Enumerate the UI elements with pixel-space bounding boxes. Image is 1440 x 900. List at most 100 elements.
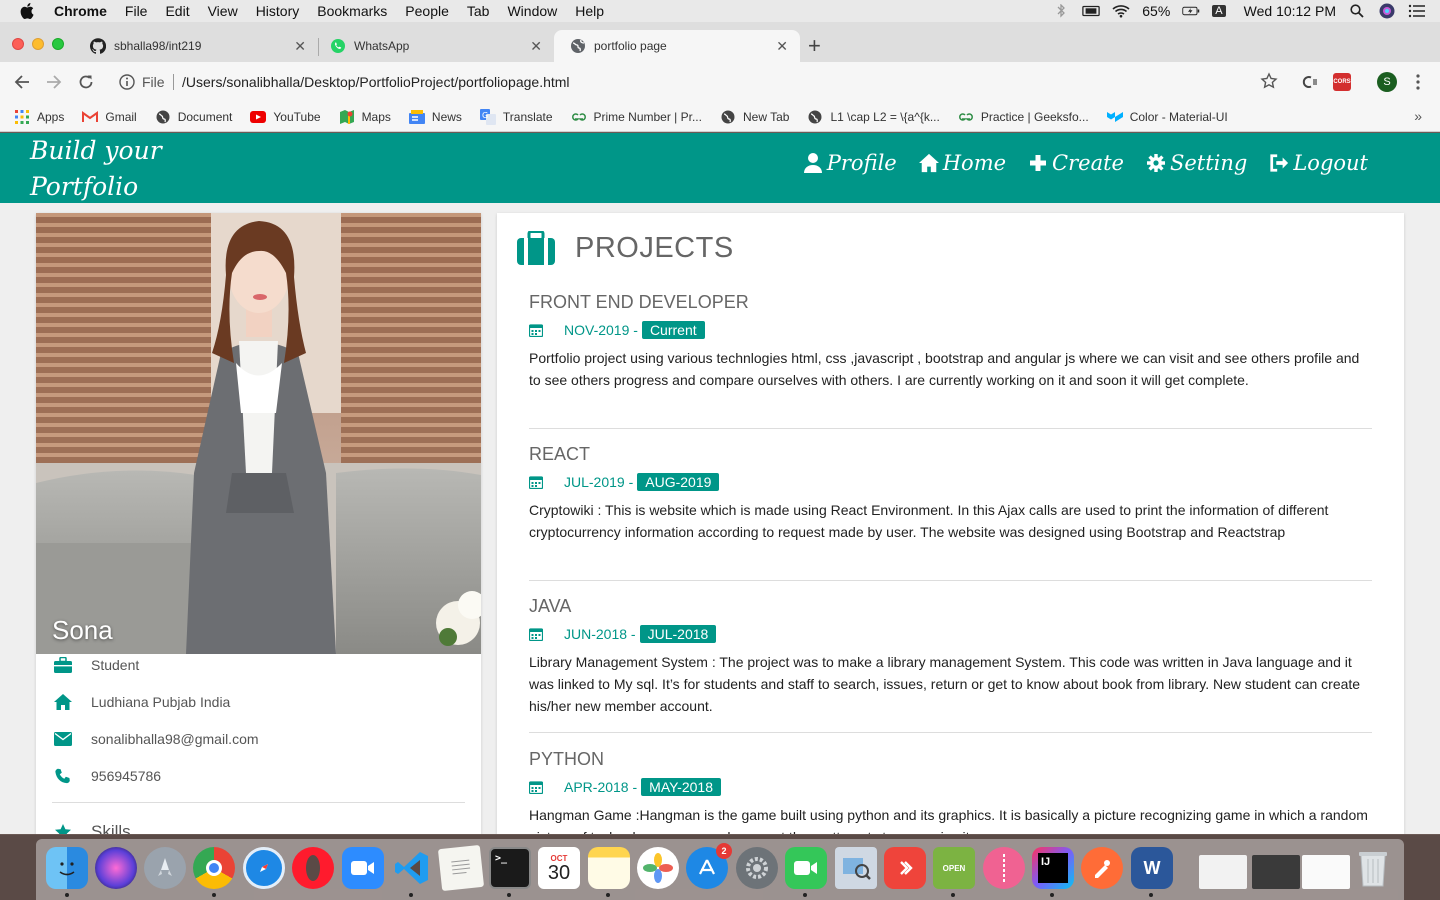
browser-tab-portfolio[interactable]: portfolio page ✕	[554, 30, 800, 62]
site-brand[interactable]: Build your Portfolio	[30, 133, 200, 205]
system-preferences-icon[interactable]	[736, 847, 778, 889]
bookmark-star-icon[interactable]	[1260, 72, 1278, 90]
menu-history[interactable]: History	[256, 3, 300, 19]
site-info-icon[interactable]	[118, 73, 136, 91]
input-source-indicator[interactable]: A	[1212, 5, 1226, 17]
finder-icon[interactable]	[46, 847, 88, 889]
photos-icon[interactable]	[637, 847, 679, 889]
notification-center-icon[interactable]	[1408, 4, 1426, 18]
close-window-button[interactable]	[12, 38, 24, 50]
window-thumb-3[interactable]	[1302, 855, 1350, 889]
chrome-icon[interactable]	[193, 847, 235, 889]
bookmark-gmail[interactable]: Gmail	[82, 109, 137, 125]
apple-logo-icon[interactable]	[20, 3, 36, 19]
new-tab-button[interactable]: +	[808, 35, 821, 57]
nav-home[interactable]: Home	[918, 151, 1006, 175]
cors-extension-icon[interactable]: CORS	[1333, 73, 1351, 91]
menu-help[interactable]: Help	[575, 3, 604, 19]
postman-icon[interactable]	[1081, 847, 1123, 889]
bookmark-practice[interactable]: Practice | Geeksfo...	[958, 109, 1089, 125]
back-arrow-icon[interactable]	[12, 72, 32, 92]
calendar-day: 30	[547, 861, 571, 884]
running-indicator	[409, 893, 413, 897]
address-bar[interactable]: File /Users/sonalibhalla/Desktop/Portfol…	[108, 67, 1292, 97]
close-tab-icon[interactable]: ✕	[776, 38, 788, 55]
profile-email-row: sonalibhalla98@gmail.com	[54, 730, 259, 748]
wifi-icon[interactable]	[1112, 4, 1130, 18]
siri-icon[interactable]	[1378, 3, 1396, 19]
anydesk-icon[interactable]	[884, 847, 926, 889]
menu-file[interactable]: File	[125, 3, 148, 19]
appstore-icon[interactable]: 2	[686, 843, 732, 889]
window-controls	[12, 38, 64, 50]
browser-tab-github[interactable]: sbhalla98/int219 ✕	[74, 30, 318, 62]
bookmark-label: YouTube	[273, 109, 321, 124]
terminal-icon[interactable]: >_	[489, 847, 531, 889]
bookmarks-overflow-icon[interactable]: »	[1414, 108, 1422, 124]
menu-tab[interactable]: Tab	[467, 3, 490, 19]
chrome-menu-icon[interactable]	[1409, 73, 1427, 91]
notes-icon[interactable]	[588, 847, 630, 889]
project-end-badge: Current	[641, 321, 705, 339]
vscode-icon[interactable]	[391, 847, 433, 889]
spotlight-search-icon[interactable]	[1348, 4, 1366, 18]
close-tab-icon[interactable]: ✕	[530, 38, 542, 55]
intellij-icon[interactable]: IJ	[1032, 847, 1074, 889]
window-thumb-1[interactable]	[1199, 855, 1247, 889]
safari-icon[interactable]	[243, 847, 285, 889]
bookmark-l1-cap-l2[interactable]: L1 \cap L2 = \{a^{k...	[807, 109, 940, 125]
siri-icon[interactable]	[95, 847, 137, 889]
nav-create[interactable]: Create	[1028, 151, 1124, 175]
bookmark-apps[interactable]: Apps	[14, 109, 64, 125]
menu-people[interactable]: People	[405, 3, 449, 19]
browser-tab-whatsapp[interactable]: WhatsApp ✕	[314, 30, 554, 62]
word-icon[interactable]: W	[1131, 847, 1173, 889]
opera-icon[interactable]	[292, 847, 334, 889]
nav-logout[interactable]: Logout	[1269, 151, 1368, 175]
bookmark-maps[interactable]: Maps	[339, 109, 391, 125]
minimize-window-button[interactable]	[32, 38, 44, 50]
running-indicator	[803, 893, 807, 897]
profile-avatar[interactable]: S	[1377, 72, 1397, 92]
menu-bookmarks[interactable]: Bookmarks	[317, 3, 387, 19]
bookmark-news[interactable]: News	[408, 109, 462, 125]
forward-arrow-icon[interactable]	[44, 72, 64, 92]
battery-percent: 65%	[1142, 3, 1171, 19]
profile-email[interactable]: sonalibhalla98@gmail.com	[91, 731, 259, 747]
zoom-icon[interactable]	[342, 847, 384, 889]
window-thumb-2[interactable]	[1252, 855, 1300, 889]
nav-profile[interactable]: Profile	[803, 151, 897, 175]
facetime-icon[interactable]	[785, 847, 827, 889]
battery-charging-icon[interactable]	[1182, 4, 1200, 18]
bookmark-material-ui[interactable]: Color - Material-UI	[1106, 109, 1228, 125]
memory-icon[interactable]	[1082, 4, 1100, 18]
nav-setting[interactable]: Setting	[1146, 151, 1247, 175]
bookmark-label: Document	[177, 109, 233, 124]
zoom-window-button[interactable]	[52, 38, 64, 50]
nav-label: Create	[1052, 151, 1124, 175]
textedit-icon[interactable]	[437, 844, 485, 892]
menu-window[interactable]: Window	[507, 3, 557, 19]
bookmark-youtube[interactable]: YouTube	[250, 109, 321, 125]
bookmark-new-tab[interactable]: New Tab	[720, 109, 789, 125]
menu-edit[interactable]: Edit	[165, 3, 189, 19]
bookmark-translate[interactable]: G Translate	[479, 108, 553, 125]
trash-icon[interactable]	[1352, 847, 1394, 889]
bluetooth-icon[interactable]	[1052, 4, 1070, 18]
extension-c-icon[interactable]	[1300, 73, 1318, 91]
launchpad-icon[interactable]	[144, 847, 186, 889]
menu-view[interactable]: View	[208, 3, 238, 19]
menubar-clock[interactable]: Wed 10:12 PM	[1244, 3, 1336, 19]
preview-icon[interactable]	[835, 847, 877, 889]
close-tab-icon[interactable]: ✕	[294, 38, 306, 55]
bookmark-prime-number[interactable]: Prime Number | Pr...	[571, 109, 702, 125]
projects-header: PROJECTS	[517, 231, 734, 265]
menu-app-name[interactable]: Chrome	[54, 3, 107, 19]
project-description: Hangman Game :Hangman is the game built …	[529, 807, 1368, 834]
open-sign-icon[interactable]: OPEN	[933, 847, 975, 889]
bookmark-document[interactable]: Document	[155, 109, 233, 125]
reload-icon[interactable]	[76, 72, 96, 92]
url-text[interactable]: /Users/sonalibhalla/Desktop/PortfolioPro…	[182, 74, 570, 90]
calendar-icon[interactable]: OCT 30	[538, 847, 580, 889]
archive-icon[interactable]	[983, 847, 1025, 889]
